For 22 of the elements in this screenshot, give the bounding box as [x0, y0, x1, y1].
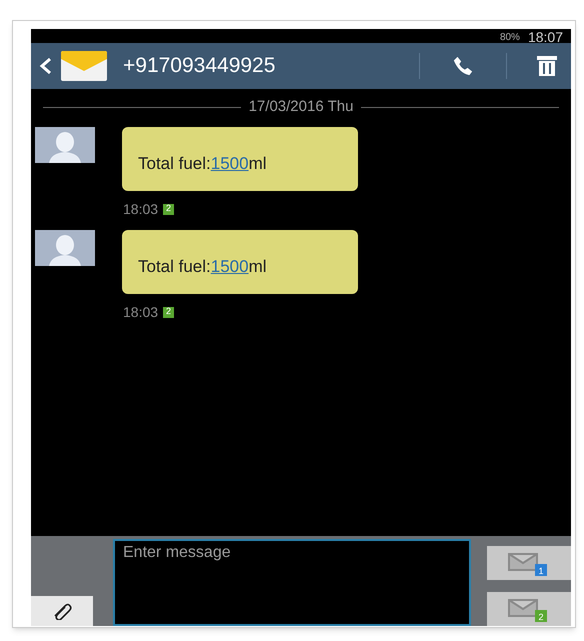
sim-badge: 2	[163, 204, 174, 214]
sim-badge: 2	[163, 306, 174, 318]
contact-number: +917093449925	[123, 53, 276, 80]
send-button[interactable]: 2	[487, 592, 571, 626]
envelope-icon	[61, 51, 107, 81]
message-text: Total fuel:1500ml	[138, 256, 267, 278]
message-time: 18:03	[123, 200, 158, 218]
clock-time: 18:07	[528, 31, 563, 43]
attach-button[interactable]	[31, 596, 93, 626]
message-text: Total fuel:1500ml	[138, 153, 267, 175]
phone-icon[interactable]	[452, 55, 474, 77]
send-button[interactable]: 1	[487, 546, 571, 580]
avatar-icon	[35, 126, 95, 162]
number-link[interactable]: 1500	[210, 154, 249, 173]
avatar-icon	[35, 230, 95, 266]
message-time: 18:03	[123, 302, 158, 322]
trash-icon[interactable]	[535, 54, 559, 78]
number-link[interactable]: 1500	[210, 257, 249, 276]
battery-level: 80%	[500, 33, 520, 43]
message-input[interactable]: Enter message	[113, 539, 471, 626]
date-divider: 17/03/2016 Thu	[248, 97, 354, 117]
back-icon[interactable]	[39, 56, 53, 76]
